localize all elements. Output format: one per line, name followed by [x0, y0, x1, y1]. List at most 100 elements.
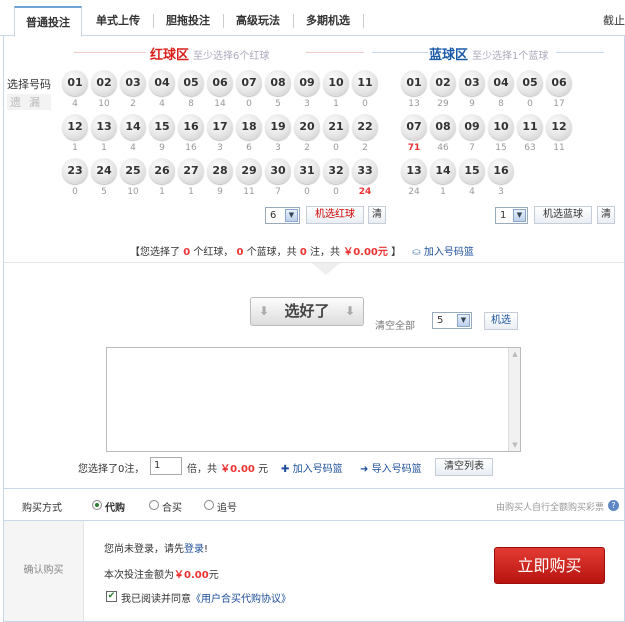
- scroll-down-icon[interactable]: ▼: [510, 440, 520, 450]
- add-to-basket-link[interactable]: 加入号码篮: [424, 247, 474, 258]
- radio-hemai[interactable]: [149, 500, 159, 510]
- red-ball[interactable]: 32: [323, 158, 349, 184]
- add-basket-action[interactable]: ✚ 加入号码篮: [281, 460, 343, 475]
- red-ball[interactable]: 18: [236, 114, 262, 140]
- radio-daigou[interactable]: [92, 500, 102, 510]
- blue-ball-omission: 24: [408, 187, 420, 197]
- red-count-value: 6: [270, 210, 277, 221]
- option-hemai-label[interactable]: 合买: [162, 499, 182, 514]
- chevron-down-icon: ▼: [457, 314, 470, 327]
- login-prompt: 您尚未登录，请先登录!: [104, 540, 208, 555]
- clear-red-button[interactable]: 清: [368, 206, 386, 224]
- red-ball[interactable]: 25: [120, 158, 146, 184]
- red-ball[interactable]: 31: [294, 158, 320, 184]
- blue-ball[interactable]: 12: [546, 114, 572, 140]
- clear-all-link[interactable]: 清空全部: [375, 317, 415, 332]
- red-ball[interactable]: 29: [236, 158, 262, 184]
- blue-ball[interactable]: 09: [459, 114, 485, 140]
- red-ball[interactable]: 23: [62, 158, 88, 184]
- radio-zhuihao[interactable]: [204, 500, 214, 510]
- red-ball[interactable]: 22: [352, 114, 378, 140]
- red-ball[interactable]: 21: [323, 114, 349, 140]
- blue-zone-title: 蓝球区 至少选择1个蓝球: [429, 44, 548, 63]
- red-ball[interactable]: 03: [120, 70, 146, 96]
- blue-ball[interactable]: 08: [430, 114, 456, 140]
- agree-text: 我已阅读并同意: [121, 594, 191, 605]
- tab-single-upload[interactable]: 单式上传: [86, 6, 150, 36]
- blue-ball[interactable]: 05: [517, 70, 543, 96]
- red-ball[interactable]: 30: [265, 158, 291, 184]
- clear-blue-button[interactable]: 清: [597, 206, 615, 224]
- red-ball[interactable]: 24: [91, 158, 117, 184]
- red-ball[interactable]: 05: [178, 70, 204, 96]
- option-zhuihao-label[interactable]: 追号: [217, 499, 237, 514]
- add-basket-link[interactable]: 加入号码篮: [293, 464, 343, 475]
- tab-dantuo-bet[interactable]: 胆拖投注: [156, 6, 220, 36]
- red-ball[interactable]: 17: [207, 114, 233, 140]
- blue-ball-omission: 8: [498, 99, 504, 109]
- summary-blue-count: 0: [236, 247, 244, 258]
- blue-ball[interactable]: 07: [401, 114, 427, 140]
- multiplier-input[interactable]: 1: [150, 457, 182, 475]
- import-basket-action[interactable]: ➜ 导入号码篮: [360, 460, 422, 475]
- red-ball[interactable]: 19: [265, 114, 291, 140]
- red-ball-omission: 2: [130, 99, 136, 109]
- random-blue-button[interactable]: 机选蓝球: [534, 206, 592, 224]
- tab-advanced[interactable]: 高级玩法: [226, 6, 290, 36]
- login-link[interactable]: 登录: [184, 544, 204, 555]
- red-ball[interactable]: 27: [178, 158, 204, 184]
- random-pick-button[interactable]: 机选: [484, 312, 518, 330]
- blue-ball[interactable]: 14: [430, 158, 456, 184]
- red-count-select[interactable]: 6 ▼: [265, 207, 300, 224]
- agree-checkbox[interactable]: ✔: [106, 591, 117, 602]
- help-icon[interactable]: ?: [608, 500, 619, 511]
- tab-normal-bet[interactable]: 普通投注: [14, 6, 82, 37]
- number-list-textarea[interactable]: ▲ ▼: [106, 347, 521, 452]
- blue-ball[interactable]: 13: [401, 158, 427, 184]
- red-ball[interactable]: 02: [91, 70, 117, 96]
- red-ball[interactable]: 13: [91, 114, 117, 140]
- blue-ball[interactable]: 04: [488, 70, 514, 96]
- red-ball[interactable]: 09: [294, 70, 320, 96]
- red-ball[interactable]: 08: [265, 70, 291, 96]
- red-ball[interactable]: 15: [149, 114, 175, 140]
- red-ball[interactable]: 33: [352, 158, 378, 184]
- blue-count-select[interactable]: 1 ▼: [495, 207, 528, 224]
- buy-now-button[interactable]: 立即购买: [494, 547, 605, 584]
- blue-ball[interactable]: 02: [430, 70, 456, 96]
- agreement-link[interactable]: 《用户合买代购协议》: [191, 594, 291, 605]
- red-ball-omission: 3: [275, 143, 281, 153]
- blue-ball[interactable]: 10: [488, 114, 514, 140]
- red-ball[interactable]: 01: [62, 70, 88, 96]
- chevron-down-icon: ▼: [513, 209, 526, 222]
- red-ball[interactable]: 04: [149, 70, 175, 96]
- red-ball[interactable]: 12: [62, 114, 88, 140]
- red-ball[interactable]: 14: [120, 114, 146, 140]
- blue-ball[interactable]: 15: [459, 158, 485, 184]
- red-ball[interactable]: 11: [352, 70, 378, 96]
- red-ball[interactable]: 06: [207, 70, 233, 96]
- red-ball[interactable]: 26: [149, 158, 175, 184]
- red-ball[interactable]: 28: [207, 158, 233, 184]
- clear-list-button[interactable]: 清空列表: [435, 458, 493, 476]
- red-ball[interactable]: 07: [236, 70, 262, 96]
- blue-ball[interactable]: 11: [517, 114, 543, 140]
- red-ball[interactable]: 20: [294, 114, 320, 140]
- confirm-selection-button[interactable]: ⬇ 选好了 ⬇: [250, 297, 364, 326]
- scroll-up-icon[interactable]: ▲: [510, 349, 520, 359]
- red-ball[interactable]: 16: [178, 114, 204, 140]
- random-red-button[interactable]: 机选红球: [306, 206, 364, 224]
- blue-ball-omission: 29: [437, 99, 449, 109]
- tab-multi-period[interactable]: 多期机选: [296, 6, 360, 36]
- option-daigou-label[interactable]: 代购: [105, 499, 125, 514]
- blue-ball[interactable]: 06: [546, 70, 572, 96]
- blue-ball[interactable]: 01: [401, 70, 427, 96]
- selection-summary: 【您选择了 0 个红球， 0 个蓝球，共 0 注，共 ￥0.00元 】 ⛀ 加入…: [130, 243, 474, 258]
- red-ball-omission: 0: [304, 187, 310, 197]
- red-ball[interactable]: 10: [323, 70, 349, 96]
- blue-ball[interactable]: 03: [459, 70, 485, 96]
- random-count-select[interactable]: 5 ▼: [432, 312, 472, 329]
- import-basket-link[interactable]: 导入号码篮: [372, 464, 422, 475]
- blue-ball[interactable]: 16: [488, 158, 514, 184]
- scrollbar[interactable]: ▲ ▼: [508, 348, 520, 451]
